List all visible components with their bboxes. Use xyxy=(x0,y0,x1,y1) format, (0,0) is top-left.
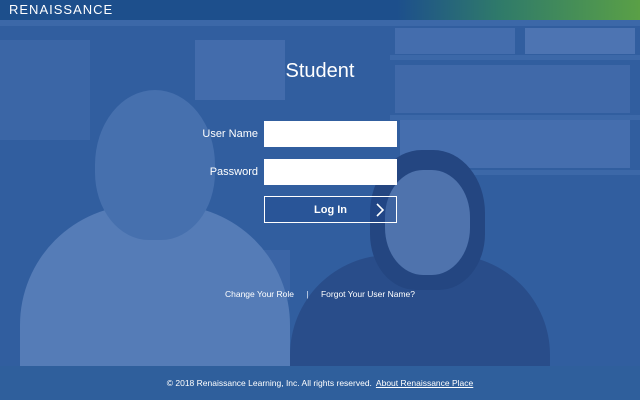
copyright-text: © 2018 Renaissance Learning, Inc. All ri… xyxy=(166,378,372,388)
top-brand-bar: RENAISSANCE xyxy=(0,0,640,20)
change-role-link[interactable]: Change Your Role xyxy=(225,289,294,299)
footer: © 2018 Renaissance Learning, Inc. All ri… xyxy=(0,366,640,400)
login-button[interactable]: Log In xyxy=(264,196,397,223)
link-separator: | xyxy=(306,289,309,299)
brand-logo: RENAISSANCE xyxy=(9,2,114,17)
chevron-right-icon xyxy=(376,203,385,217)
password-input[interactable] xyxy=(264,159,397,185)
username-input[interactable] xyxy=(264,121,397,147)
help-links: Change Your Role | Forgot Your User Name… xyxy=(0,289,640,299)
password-label: Password xyxy=(209,166,258,178)
page-title: Student xyxy=(285,60,355,82)
login-button-label: Log In xyxy=(314,203,347,216)
forgot-username-link[interactable]: Forgot Your User Name? xyxy=(321,289,415,299)
username-label: User Name xyxy=(202,128,258,140)
about-link[interactable]: About Renaissance Place xyxy=(376,378,473,388)
